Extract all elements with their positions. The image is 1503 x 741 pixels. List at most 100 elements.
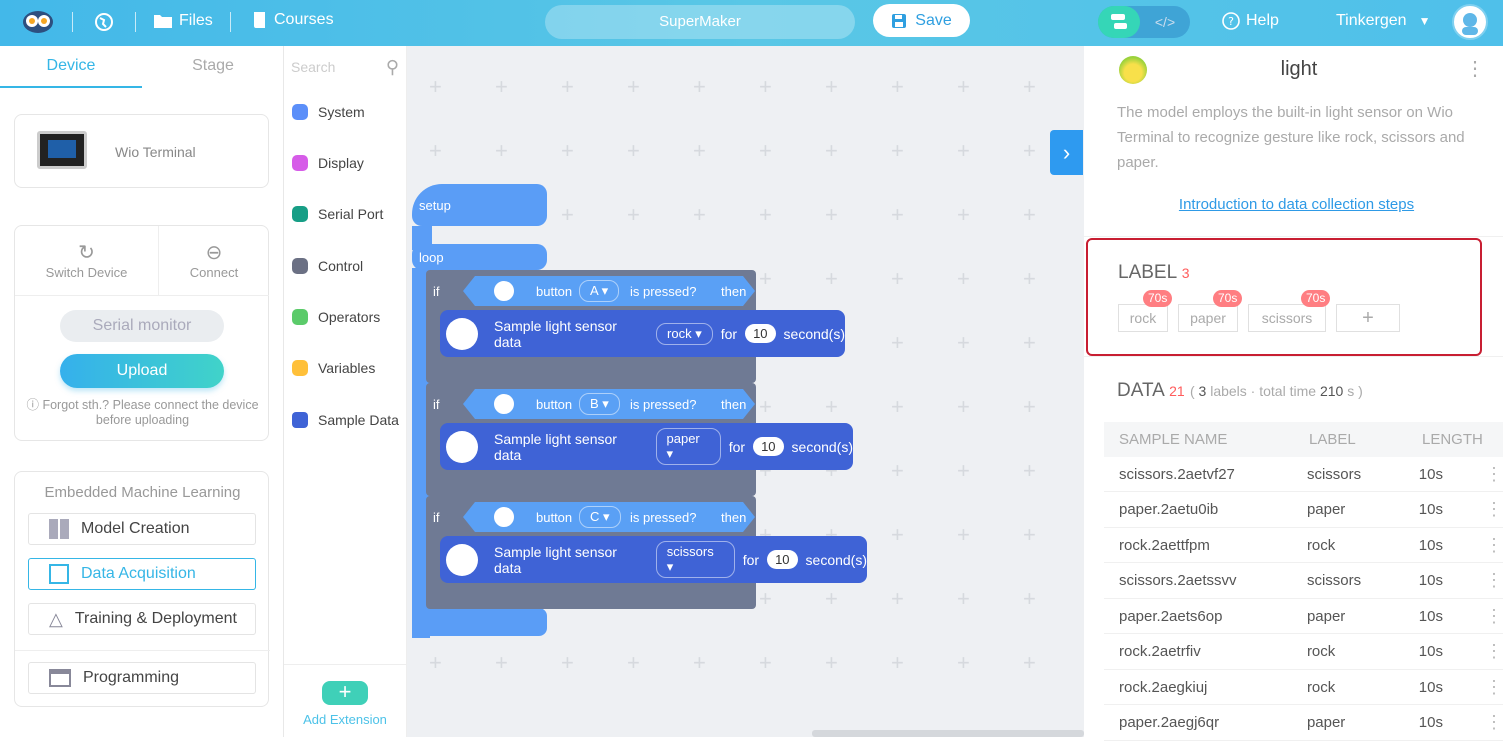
table-row[interactable]: paper.2aets6op paper 10s ⋮ [1104, 599, 1503, 634]
help-link[interactable]: ? Help [1222, 12, 1279, 30]
user-menu[interactable]: Tinkergen ▼ [1336, 12, 1430, 30]
label-chip-scissors[interactable]: 70s scissors [1248, 290, 1331, 332]
button-dropdown-c[interactable]: C ▾ [579, 506, 621, 528]
row-more-icon[interactable]: ⋮ [1485, 677, 1503, 698]
data-collection-steps-link[interactable]: Introduction to data collection steps [1084, 196, 1503, 213]
help-icon: ? [1222, 12, 1240, 30]
table-row[interactable]: scissors.2aetssvv scissors 10s ⋮ [1104, 564, 1503, 599]
for-label: for [720, 325, 738, 342]
tab-stage[interactable]: Stage [142, 46, 284, 88]
add-extension-icon[interactable]: + [322, 681, 368, 705]
user-name: Tinkergen [1336, 12, 1407, 29]
row-more-icon[interactable]: ⋮ [1485, 641, 1503, 662]
category-system[interactable]: System [292, 104, 365, 120]
search-input[interactable]: Search [291, 59, 335, 75]
row-more-icon[interactable]: ⋮ [1485, 712, 1503, 733]
category-sample-data[interactable]: Sample Data [292, 412, 399, 428]
globe-icon[interactable] [94, 12, 114, 32]
column-label[interactable]: LABEL [1294, 431, 1407, 448]
table-row[interactable]: rock.2aettfpm rock 10s ⋮ [1104, 528, 1503, 563]
grid-plus-mark: + [957, 138, 970, 163]
row-label: scissors [1306, 465, 1362, 483]
category-dot [292, 206, 308, 222]
grid-plus-mark: + [957, 74, 970, 99]
grid-plus-mark: + [891, 650, 904, 675]
data-acquisition-item[interactable]: Data Acquisition [28, 558, 256, 590]
label-chip-rock[interactable]: 70s rock [1118, 290, 1173, 332]
button-icon [490, 277, 518, 305]
code-view-icon[interactable]: </> [1140, 6, 1190, 38]
row-more-icon[interactable]: ⋮ [1485, 535, 1503, 556]
category-variables[interactable]: Variables [292, 360, 375, 376]
category-label: Control [318, 258, 364, 274]
model-creation-item[interactable]: Model Creation [28, 513, 256, 545]
row-more-icon[interactable]: ⋮ [1485, 499, 1503, 520]
button-dropdown-a[interactable]: A ▾ [579, 280, 620, 302]
button-dropdown-b[interactable]: B ▾ [579, 393, 620, 415]
seconds-input-b[interactable]: 10 [753, 437, 784, 456]
help-label: Help [1246, 12, 1279, 29]
table-row[interactable]: paper.2aegj6qr paper 10s ⋮ [1104, 706, 1503, 741]
row-label: rock [1306, 643, 1336, 660]
table-row[interactable]: paper.2aetu0ib paper 10s ⋮ [1104, 493, 1503, 528]
add-label-button[interactable]: + [1336, 304, 1400, 332]
programming-item[interactable]: Programming [28, 662, 256, 694]
device-card[interactable]: Wio Terminal [14, 114, 269, 188]
search-icon[interactable]: ⚲ [386, 57, 399, 78]
row-more-icon[interactable]: ⋮ [1485, 606, 1503, 627]
owl-logo-icon[interactable] [22, 9, 54, 33]
label-dropdown-c[interactable]: scissors ▾ [655, 541, 735, 578]
table-row[interactable]: rock.2aetrfiv rock 10s ⋮ [1104, 635, 1503, 670]
connect-button[interactable]: ⊖ Connect [159, 226, 269, 296]
column-sample-name[interactable]: SAMPLE NAME [1104, 431, 1294, 448]
more-options-icon[interactable]: ⋮ [1465, 56, 1485, 81]
seconds-input-c[interactable]: 10 [767, 550, 798, 569]
courses-menu[interactable]: Courses [252, 11, 334, 29]
label-chip-text: rock [1129, 310, 1157, 326]
category-control[interactable]: Control [292, 258, 363, 274]
label-dropdown-b[interactable]: paper ▾ [655, 428, 721, 465]
sample-label: Sample light sensor data [494, 543, 617, 576]
sample-block-a[interactable]: Sample light sensor data rock ▾ for 10 s… [440, 310, 845, 357]
tab-device[interactable]: Device [0, 46, 142, 88]
row-more-icon[interactable]: ⋮ [1485, 570, 1503, 591]
view-toggle[interactable]: </> [1098, 6, 1190, 38]
block-search[interactable]: Search ⚲ [291, 56, 399, 78]
label-chip-paper[interactable]: 70s paper [1178, 290, 1243, 332]
table-row[interactable]: rock.2aegkiuj rock 10s ⋮ [1104, 670, 1503, 705]
expand-panel-button[interactable]: › [1050, 130, 1083, 175]
device-actions-card: ↻ Switch Device ⊖ Connect Serial monitor… [14, 225, 269, 441]
avatar[interactable] [1452, 4, 1488, 40]
for-label: for [742, 551, 760, 568]
row-more-icon[interactable]: ⋮ [1485, 464, 1503, 485]
label-dropdown-value: rock [667, 325, 692, 341]
block-workspace[interactable]: + + + + + + + + + + + + + + + + + + + + + + + + + + + + + + + + + + + + + + + +… [407, 46, 1084, 737]
category-display[interactable]: Display [292, 155, 364, 171]
serial-monitor-button[interactable]: Serial monitor [60, 310, 224, 342]
seconds-input-a[interactable]: 10 [745, 324, 776, 343]
sample-block-b[interactable]: Sample light sensor data paper ▾ for 10 … [440, 423, 853, 470]
category-dot [292, 309, 308, 325]
row-length: 10s [1418, 572, 1443, 589]
column-length[interactable]: LENGTH [1407, 431, 1503, 448]
files-menu[interactable]: Files [153, 12, 213, 30]
blocks-view-icon[interactable] [1098, 6, 1140, 38]
grid-plus-mark: + [693, 74, 706, 99]
save-button[interactable]: Save [873, 4, 970, 37]
switch-device-button[interactable]: ↻ Switch Device [15, 226, 159, 296]
add-extension-button[interactable]: Add Extension [284, 712, 406, 727]
sample-block-c[interactable]: Sample light sensor data scissors ▾ for … [440, 536, 867, 583]
category-operators[interactable]: Operators [292, 309, 380, 325]
category-serial-port[interactable]: Serial Port [292, 206, 383, 222]
table-row[interactable]: scissors.2aetvf27 scissors 10s ⋮ [1104, 457, 1503, 492]
workspace-scrollbar[interactable] [812, 730, 1084, 737]
label-chip-text: scissors [1261, 310, 1313, 326]
row-length: 10s [1418, 536, 1443, 554]
training-deployment-item[interactable]: △ Training & Deployment [28, 603, 256, 635]
loop-block[interactable]: loop [412, 244, 547, 270]
setup-block[interactable]: setup [412, 184, 547, 226]
upload-button[interactable]: Upload [60, 354, 224, 388]
label-dropdown-a[interactable]: rock ▾ [656, 322, 713, 345]
left-panel: Device Stage Wio Terminal ↻ Switch Devic… [0, 46, 284, 737]
project-name-field[interactable]: SuperMaker [545, 5, 855, 39]
